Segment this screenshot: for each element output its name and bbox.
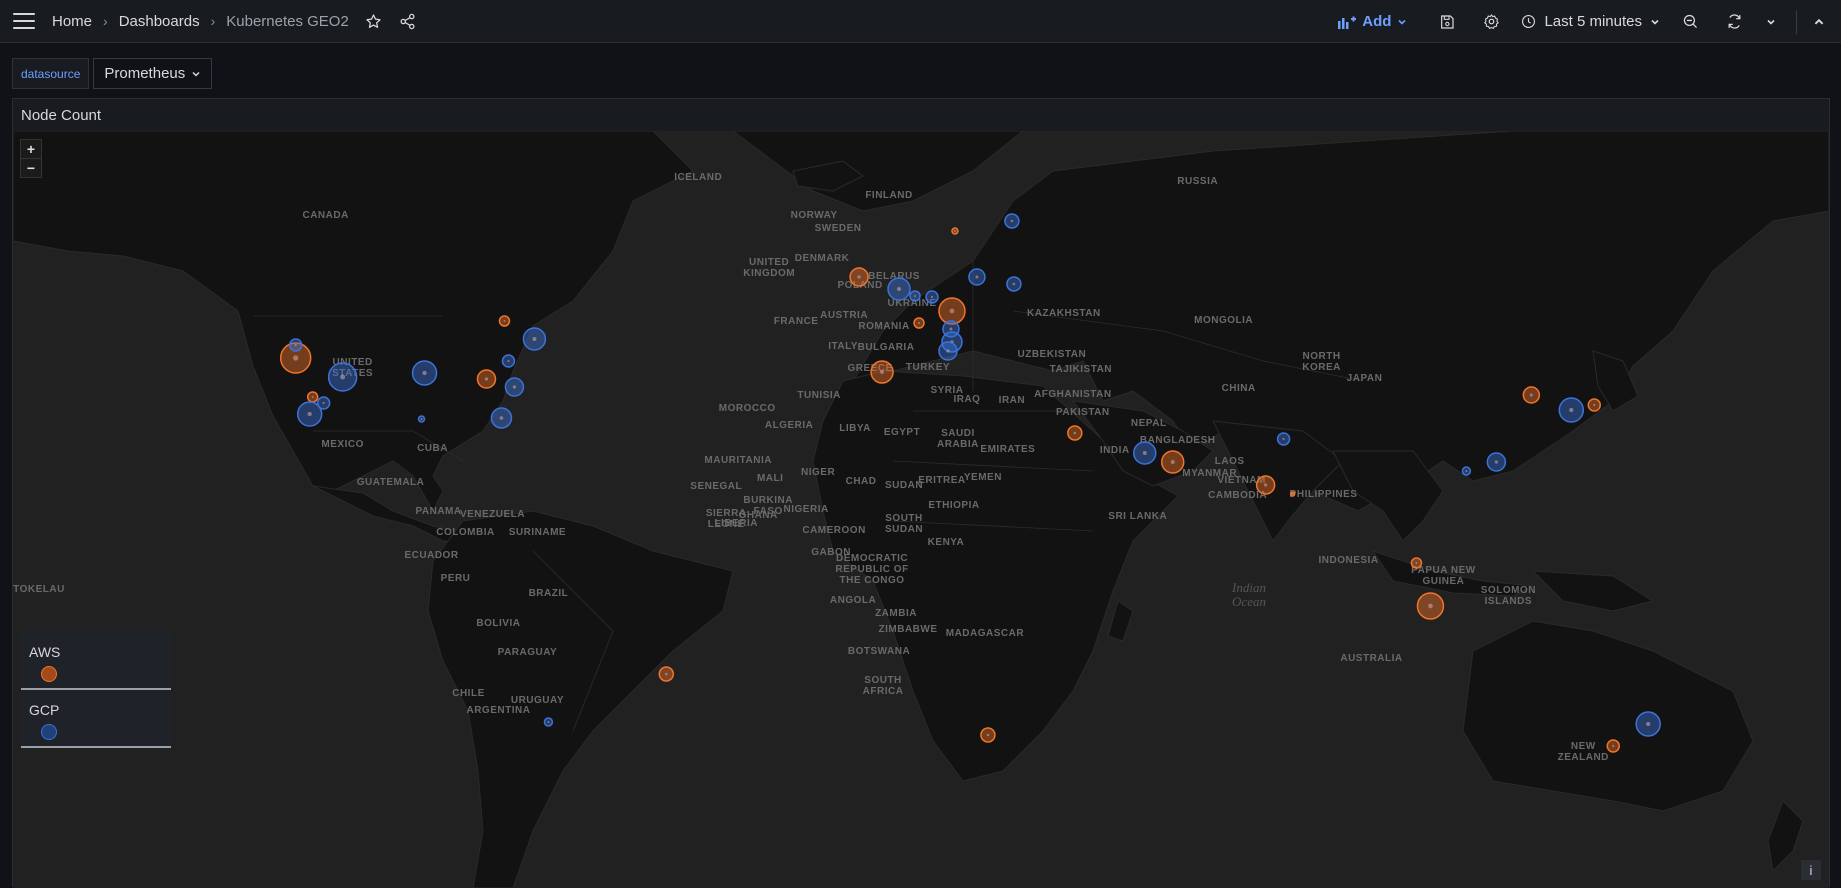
breadcrumb-separator: › bbox=[210, 13, 216, 29]
chevron-down-icon bbox=[1398, 19, 1407, 25]
marker-center-dot bbox=[420, 418, 423, 420]
marker-center-dot bbox=[1529, 393, 1533, 397]
zoom-out-icon[interactable] bbox=[1678, 10, 1702, 34]
marker-center-dot bbox=[918, 322, 921, 324]
marker-center-dot bbox=[1291, 493, 1294, 495]
marker-center-dot bbox=[1142, 451, 1147, 455]
legend-swatch bbox=[41, 724, 57, 740]
clock-icon bbox=[1522, 15, 1536, 28]
world-map[interactable]: ICELAND FINLAND SWEDEN NORWAY RUSSIA UNITED KI… bbox=[13, 131, 1829, 888]
marker-center-dot bbox=[1415, 562, 1418, 564]
marker-center-dot bbox=[857, 275, 861, 279]
menu-icon[interactable] bbox=[13, 13, 35, 29]
refresh-icon[interactable] bbox=[1722, 10, 1746, 34]
chevron-down-icon bbox=[192, 71, 200, 77]
marker-center-dot bbox=[1646, 721, 1651, 727]
marker-center-dot bbox=[1465, 470, 1468, 472]
toolbar-divider bbox=[1796, 9, 1797, 34]
marker-center-dot bbox=[422, 370, 427, 376]
marker-center-dot bbox=[512, 385, 517, 389]
variable-label: datasource bbox=[12, 58, 90, 89]
time-range-picker[interactable]: Last 5 minutes bbox=[1521, 13, 1660, 30]
breadcrumb-current-dashboard: Kubernetes GEO2 bbox=[226, 12, 349, 30]
marker-center-dot bbox=[499, 416, 504, 420]
marker-center-dot bbox=[340, 374, 346, 380]
add-button[interactable]: Add bbox=[1338, 13, 1407, 30]
marker-center-dot bbox=[897, 287, 902, 291]
marker-center-dot bbox=[292, 355, 299, 361]
breadcrumb-separator: › bbox=[103, 13, 108, 29]
zoom-in-button[interactable]: + bbox=[21, 140, 41, 158]
marker-center-dot bbox=[1010, 219, 1014, 223]
markers-layer bbox=[279, 213, 1661, 753]
marker-center-dot bbox=[1170, 460, 1175, 464]
marker-center-dot bbox=[975, 275, 979, 279]
top-nav-bar: Home › Dashboards › Kubernetes GEO2 Add … bbox=[0, 0, 1841, 43]
attribution-info-button[interactable]: i bbox=[1801, 860, 1821, 880]
star-icon[interactable] bbox=[365, 12, 383, 30]
marker-center-dot bbox=[665, 672, 668, 676]
zoom-out-button[interactable]: − bbox=[21, 158, 41, 177]
chevron-down-icon[interactable] bbox=[1764, 10, 1778, 34]
panel-title[interactable]: Node Count bbox=[13, 99, 1829, 131]
zoom-control: + − bbox=[20, 139, 42, 178]
marker-center-dot bbox=[294, 343, 297, 347]
add-button-label: Add bbox=[1362, 13, 1392, 30]
marker-center-dot bbox=[307, 411, 312, 417]
legend-item-gcp: GCP bbox=[21, 690, 171, 748]
marker-center-dot bbox=[507, 359, 510, 363]
marker-center-dot bbox=[986, 733, 990, 737]
chevron-down-icon bbox=[1651, 19, 1659, 25]
time-range-label: Last 5 minutes bbox=[1544, 13, 1642, 30]
marker-center-dot bbox=[1612, 744, 1615, 748]
marker-center-dot bbox=[547, 721, 550, 723]
marker-center-dot bbox=[946, 349, 950, 353]
breadcrumb-dashboards[interactable]: Dashboards bbox=[119, 13, 200, 30]
marker-center-dot bbox=[1494, 460, 1498, 464]
marker-center-dot bbox=[1569, 407, 1574, 413]
marker-center-dot bbox=[1264, 483, 1268, 487]
geomap-panel: Node Count ICELAND FINLAND SWEDEN NORWAY… bbox=[12, 98, 1830, 888]
legend-swatch bbox=[41, 666, 57, 682]
datasource-value: Prometheus bbox=[104, 65, 186, 82]
marker-center-dot bbox=[1593, 403, 1596, 407]
marker-center-dot bbox=[1282, 437, 1285, 441]
legend-label: AWS bbox=[29, 644, 61, 660]
share-icon[interactable] bbox=[399, 12, 417, 30]
gear-icon[interactable] bbox=[1479, 10, 1503, 34]
marker-center-dot bbox=[880, 370, 885, 374]
marker-center-dot bbox=[953, 230, 956, 232]
marker-center-dot bbox=[1012, 282, 1016, 286]
datasource-select[interactable]: Prometheus bbox=[93, 58, 213, 89]
marker-center-dot bbox=[322, 401, 325, 405]
marker-center-dot bbox=[484, 377, 489, 381]
marker-center-dot bbox=[1073, 431, 1077, 435]
marker-center-dot bbox=[930, 295, 934, 299]
marker-center-dot bbox=[949, 308, 955, 314]
legend-label: GCP bbox=[29, 702, 60, 718]
add-panel-icon bbox=[1338, 16, 1357, 29]
marker-center-dot bbox=[311, 396, 314, 398]
legend-item-aws: AWS bbox=[21, 632, 171, 690]
breadcrumb-home[interactable]: Home bbox=[52, 13, 92, 30]
save-icon[interactable] bbox=[1435, 10, 1459, 34]
chevron-up-icon[interactable] bbox=[1809, 10, 1829, 34]
marker-center-dot bbox=[1428, 603, 1433, 609]
variables-bar: datasource Prometheus bbox=[12, 58, 213, 89]
marker-center-dot bbox=[914, 295, 917, 297]
marker-center-dot bbox=[532, 337, 537, 341]
marker-center-dot bbox=[503, 320, 506, 322]
marker-center-dot bbox=[949, 327, 953, 331]
